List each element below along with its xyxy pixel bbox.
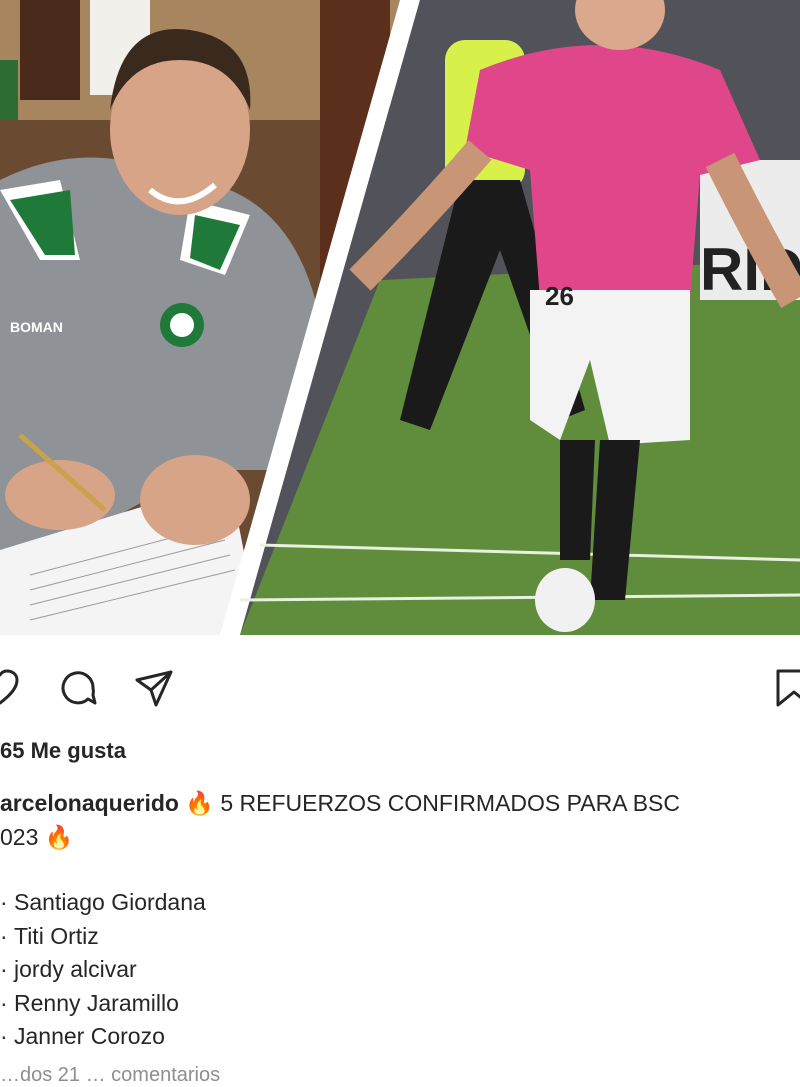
- caption-username[interactable]: arcelonaquerido: [0, 790, 179, 816]
- send-icon[interactable]: [134, 668, 174, 708]
- list-item: · Titi Ortiz: [0, 922, 99, 949]
- list-item: · Janner Corozo: [0, 1023, 165, 1049]
- action-bar: [0, 650, 800, 725]
- post-caption: arcelonaquerido 🔥 5 REFUERZOS CONFIRMADO…: [0, 786, 795, 854]
- post-photo-collage: BOMAN RID 26: [0, 0, 800, 635]
- comment-icon[interactable]: [58, 668, 98, 708]
- post-image[interactable]: BOMAN RID 26: [0, 0, 800, 635]
- players-list: · Santiago Giordana · Titi Ortiz · jordy al…: [0, 886, 206, 1054]
- list-item: · Santiago Giordana: [0, 889, 206, 915]
- view-comments-link[interactable]: …dos 21 … comentarios: [0, 1064, 220, 1087]
- fire-emoji: 🔥: [44, 824, 74, 850]
- svg-text:26: 26: [545, 281, 574, 311]
- svg-text:BOMAN: BOMAN: [10, 319, 63, 335]
- bookmark-icon[interactable]: [774, 668, 800, 708]
- list-item: · jordy alcivar: [0, 956, 137, 982]
- caption-text-line2: 023: [0, 824, 39, 850]
- list-item: · Renny Jaramillo: [0, 989, 179, 1016]
- caption-text-line1: 5 REFUERZOS CONFIRMADOS PARA BSC: [220, 790, 680, 816]
- heart-icon[interactable]: [0, 668, 20, 708]
- likes-count[interactable]: 65 Me gusta: [0, 738, 126, 764]
- fire-emoji: 🔥: [185, 790, 214, 816]
